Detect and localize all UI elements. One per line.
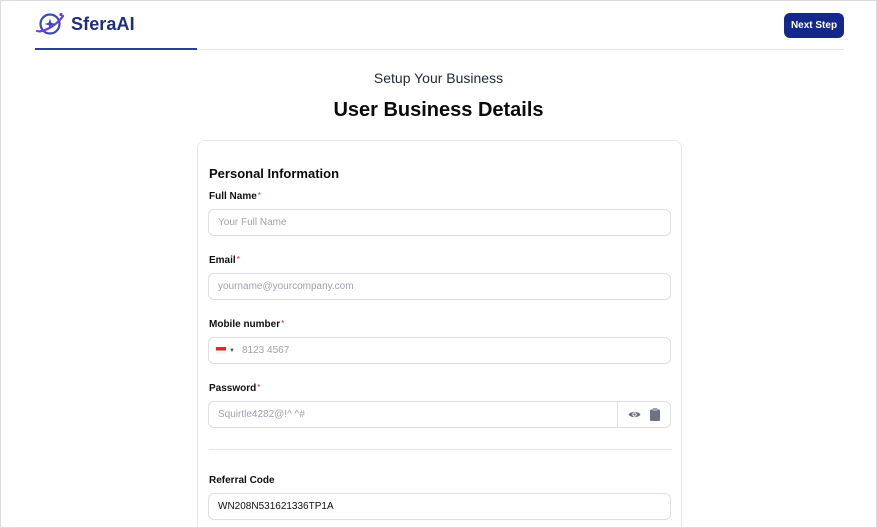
password-input[interactable] bbox=[209, 402, 617, 427]
full-name-label: Full Name* bbox=[209, 191, 261, 202]
chevron-down-icon: ▼ bbox=[229, 347, 235, 354]
brand-name: SferaAI bbox=[71, 13, 135, 34]
section-divider bbox=[209, 449, 672, 450]
mobile-label-text: Mobile number bbox=[209, 319, 281, 330]
password-actions bbox=[617, 402, 670, 427]
password-label-text: Password bbox=[209, 383, 257, 394]
email-label: Email* bbox=[209, 255, 240, 266]
clipboard-icon bbox=[650, 408, 660, 421]
step-progress-indicator bbox=[35, 48, 197, 50]
required-mark: * bbox=[257, 383, 261, 392]
full-name-input[interactable] bbox=[208, 209, 671, 236]
referral-code-input[interactable] bbox=[208, 493, 671, 520]
top-header: SferaAI Next Step bbox=[1, 1, 876, 49]
paste-password-button[interactable] bbox=[650, 408, 660, 421]
page-title: User Business Details bbox=[333, 99, 544, 121]
business-details-card: Personal Information Full Name* Email* M… bbox=[197, 140, 682, 527]
show-password-button[interactable] bbox=[628, 410, 641, 419]
singapore-flag-icon bbox=[216, 347, 226, 354]
country-code-dropdown[interactable]: ▼ bbox=[209, 338, 242, 363]
brand-logo[interactable]: SferaAI bbox=[35, 11, 135, 37]
next-step-button[interactable]: Next Step bbox=[784, 13, 844, 38]
section-title: Personal Information bbox=[209, 166, 340, 181]
sfera-logo-icon bbox=[35, 12, 65, 35]
mobile-field: ▼ bbox=[208, 337, 671, 364]
password-field bbox=[208, 401, 671, 428]
required-mark: * bbox=[236, 255, 240, 264]
mobile-label: Mobile number* bbox=[209, 319, 284, 330]
email-label-text: Email bbox=[209, 255, 236, 266]
required-mark: * bbox=[281, 319, 285, 328]
email-input[interactable] bbox=[208, 273, 671, 300]
mobile-input[interactable] bbox=[242, 338, 670, 363]
full-name-label-text: Full Name bbox=[209, 191, 257, 202]
password-label: Password* bbox=[209, 383, 260, 394]
app-frame: SferaAI Next Step Setup Your Business Us… bbox=[0, 0, 877, 528]
referral-label: Referral Code bbox=[209, 475, 275, 486]
required-mark: * bbox=[257, 191, 261, 200]
eye-icon bbox=[628, 411, 641, 418]
page-subtitle: Setup Your Business bbox=[373, 70, 504, 86]
